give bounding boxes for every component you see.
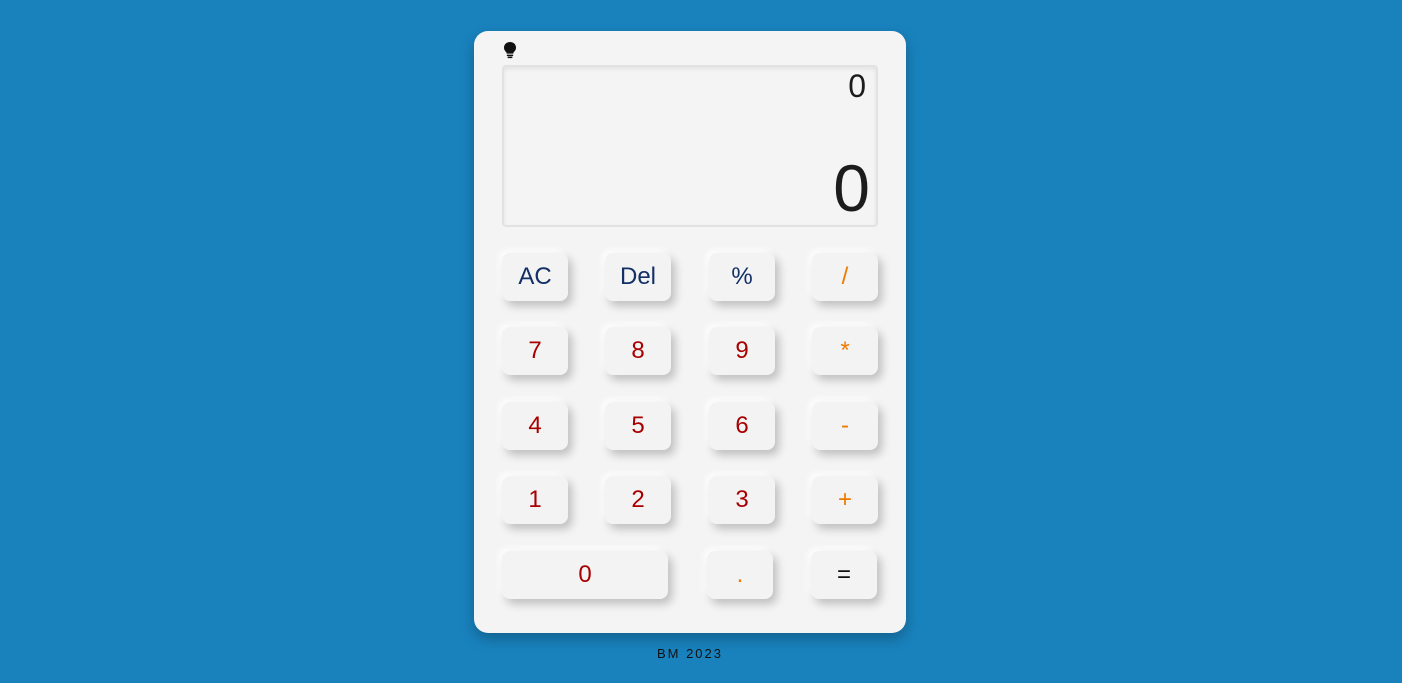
percent-button[interactable]: %	[709, 253, 775, 301]
digit-7-button[interactable]: 7	[502, 327, 568, 375]
digit-1-button[interactable]: 1	[502, 476, 568, 524]
ac-button[interactable]: AC	[502, 253, 568, 301]
digit-3-button[interactable]: 3	[709, 476, 775, 524]
plus-button[interactable]: +	[812, 476, 878, 524]
digit-8-button[interactable]: 8	[605, 327, 671, 375]
current-operand: 0	[833, 151, 870, 225]
digit-4-button[interactable]: 4	[502, 402, 568, 450]
digit-6-button[interactable]: 6	[709, 402, 775, 450]
calculator: 0 0 AC Del % / 7 8 9 * 4 5 6 - 1 2 3 + 0…	[474, 31, 906, 633]
lightbulb-icon[interactable]	[502, 41, 518, 59]
equals-button[interactable]: =	[811, 551, 877, 599]
digit-9-button[interactable]: 9	[709, 327, 775, 375]
previous-operand: 0	[848, 68, 866, 104]
digit-5-button[interactable]: 5	[605, 402, 671, 450]
divide-button[interactable]: /	[812, 253, 878, 301]
display: 0 0	[502, 65, 878, 227]
digit-0-button[interactable]: 0	[502, 551, 668, 599]
minus-button[interactable]: -	[812, 402, 878, 450]
multiply-button[interactable]: *	[812, 327, 878, 375]
digit-2-button[interactable]: 2	[605, 476, 671, 524]
delete-button[interactable]: Del	[605, 253, 671, 301]
footer-credit: BM 2023	[656, 646, 724, 661]
decimal-button[interactable]: .	[707, 551, 773, 599]
